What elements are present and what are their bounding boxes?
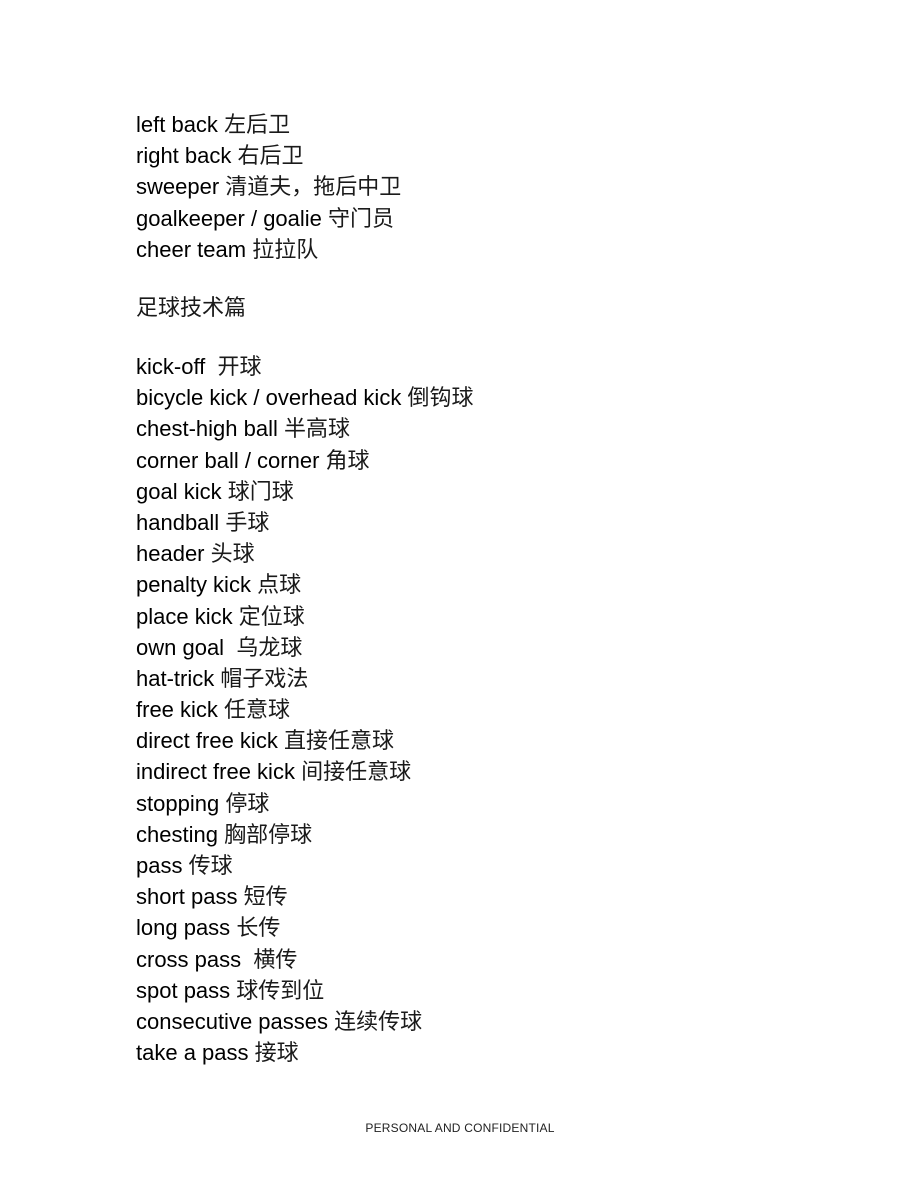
list-item: pass 传球	[136, 850, 473, 881]
list-item: direct free kick 直接任意球	[136, 725, 473, 756]
term-en: long pass	[136, 915, 231, 941]
list-item: chesting 胸部停球	[136, 819, 473, 850]
term-zh: 直接任意球	[283, 728, 394, 754]
list-item: cheer team 拉拉队	[136, 234, 401, 265]
term-en: kick-off	[136, 354, 212, 379]
list-item: own goal 乌龙球	[136, 632, 473, 663]
term-en: place kick	[136, 603, 233, 629]
list-item: long pass 长传	[136, 912, 473, 943]
list-item: corner ball / corner 角球	[136, 445, 473, 476]
positions-list: left back 左后卫 right back 右后卫 sweeper 清道夫…	[136, 109, 401, 265]
list-item: left back 左后卫	[136, 109, 401, 140]
term-zh: 间接任意球	[301, 759, 412, 785]
term-en: cross pass	[136, 946, 248, 972]
term-zh: 任意球	[224, 697, 291, 723]
list-item: short pass 短传	[136, 881, 473, 912]
term-zh: 拉拉队	[252, 236, 319, 262]
term-en: goal kick	[136, 478, 222, 504]
term-en: chest-high ball	[136, 416, 278, 442]
term-zh: 点球	[257, 572, 302, 598]
term-en: short pass	[136, 884, 238, 910]
term-en: stopping	[136, 790, 220, 816]
term-zh: 球门球	[227, 478, 294, 504]
list-item: header 头球	[136, 538, 473, 569]
term-zh: 连续传球	[334, 1008, 423, 1034]
term-en: consecutive passes	[136, 1008, 328, 1034]
list-item: penalty kick 点球	[136, 569, 473, 600]
section-heading: 足球技术篇	[136, 295, 247, 320]
term-zh: 角球	[325, 447, 370, 473]
list-item: take a pass 接球	[136, 1037, 473, 1068]
term-zh: 短传	[243, 884, 288, 910]
term-en: chesting	[136, 821, 218, 847]
list-item: handball 手球	[136, 507, 473, 538]
term-en: sweeper	[136, 174, 220, 200]
term-zh: 左后卫	[224, 112, 291, 137]
list-item: goalkeeper / goalie 守门员	[136, 203, 401, 234]
list-item: goal kick 球门球	[136, 476, 473, 507]
list-item: cross pass 横传	[136, 944, 473, 975]
term-zh: 传球	[188, 853, 233, 878]
term-zh: 长传	[236, 915, 281, 941]
term-en: free kick	[136, 697, 218, 723]
term-en: handball	[136, 509, 220, 535]
list-item: hat-trick 帽子戏法	[136, 663, 473, 694]
term-en: indirect free kick	[136, 759, 295, 785]
list-item: chest-high ball 半高球	[136, 413, 473, 444]
list-item: place kick 定位球	[136, 601, 473, 632]
term-zh: 接球	[254, 1040, 299, 1066]
term-zh: 半高球	[284, 416, 351, 442]
term-en: pass	[136, 853, 183, 878]
list-item: kick-off 开球	[136, 351, 473, 382]
list-item: right back 右后卫	[136, 140, 401, 171]
term-en: corner ball / corner	[136, 447, 320, 473]
term-en: direct free kick	[136, 728, 278, 754]
page-footer: PERSONAL AND CONFIDENTIAL	[365, 1121, 555, 1135]
term-zh: 开球	[217, 354, 262, 379]
list-item: consecutive passes 连续传球	[136, 1006, 473, 1037]
term-zh: 手球	[225, 509, 270, 535]
term-en: hat-trick	[136, 665, 215, 691]
term-zh: 倒钩球	[407, 385, 474, 411]
term-en: goalkeeper / goalie	[136, 205, 322, 231]
term-en: cheer team	[136, 236, 247, 262]
term-zh: 定位球	[238, 603, 305, 629]
term-zh: 乌龙球	[236, 634, 303, 660]
term-zh: 右后卫	[237, 143, 304, 169]
list-item: sweeper 清道夫，拖后中卫	[136, 171, 401, 202]
term-en: bicycle kick / overhead kick	[136, 385, 402, 411]
list-item: indirect free kick 间接任意球	[136, 756, 473, 787]
techniques-list: kick-off 开球 bicycle kick / overhead kick…	[136, 351, 473, 1068]
term-zh: 守门员	[328, 205, 395, 231]
term-zh: 球传到位	[236, 977, 325, 1003]
term-zh: 帽子戏法	[220, 665, 309, 691]
term-zh: 横传	[253, 946, 298, 972]
term-en: right back	[136, 143, 232, 169]
term-zh: 胸部停球	[224, 821, 313, 847]
term-en: take a pass	[136, 1040, 249, 1066]
list-item: spot pass 球传到位	[136, 975, 473, 1006]
term-en: penalty kick	[136, 572, 251, 598]
term-en: left back	[136, 112, 218, 137]
term-en: header	[136, 541, 205, 567]
list-item: stopping 停球	[136, 788, 473, 819]
term-zh: 停球	[225, 790, 270, 816]
list-item: free kick 任意球	[136, 694, 473, 725]
document-page: left back 左后卫 right back 右后卫 sweeper 清道夫…	[0, 0, 920, 1191]
list-item: bicycle kick / overhead kick 倒钩球	[136, 382, 473, 413]
term-zh: 清道夫，拖后中卫	[225, 174, 402, 200]
term-zh: 头球	[210, 541, 255, 567]
term-en: own goal	[136, 634, 231, 660]
term-en: spot pass	[136, 977, 231, 1003]
